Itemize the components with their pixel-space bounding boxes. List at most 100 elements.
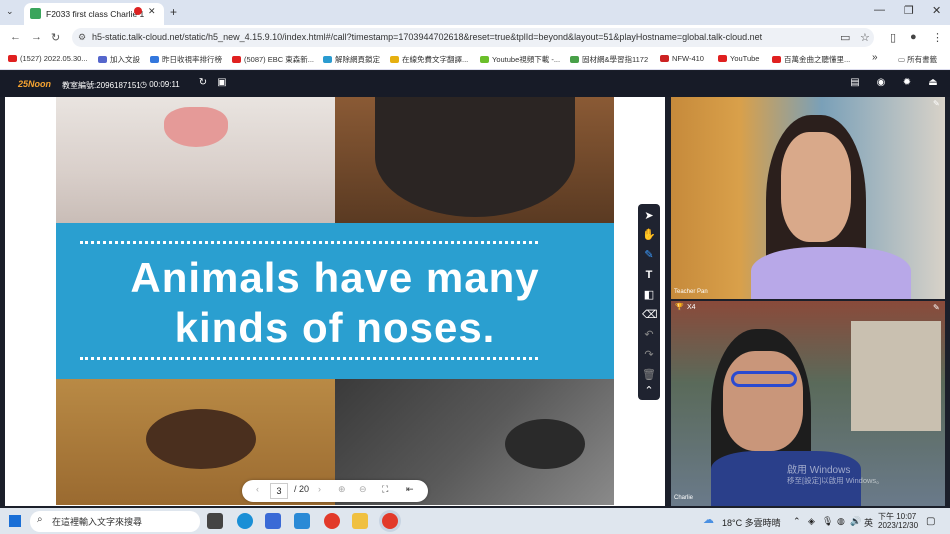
windows-start-icon[interactable]: [9, 515, 21, 527]
dotted-line-bottom: [80, 357, 538, 360]
zoom-in-icon[interactable]: ⊕: [338, 484, 346, 495]
more-bookmarks-icon[interactable]: »: [872, 52, 878, 63]
shape-tool-icon[interactable]: ◧: [642, 288, 656, 302]
close-window-button[interactable]: ✕: [932, 4, 941, 17]
bookmark-item[interactable]: 昨日收視率排行榜: [150, 54, 222, 65]
collapse-toolbar-icon[interactable]: ⌃: [642, 384, 656, 398]
windows-watermark-subtitle: 移至[設定]以啟用 Windows。: [787, 476, 884, 485]
url-input[interactable]: h5-static.talk-cloud.net/static/h5_new_4…: [72, 28, 874, 47]
reload-icon[interactable]: ↻: [51, 31, 60, 44]
youtube-icon: [772, 56, 781, 63]
new-tab-button[interactable]: +: [170, 5, 177, 19]
youtube-icon: [8, 55, 17, 62]
site-info-icon[interactable]: ⚙: [78, 32, 86, 43]
tapir-nose-shape: [505, 419, 585, 469]
settings-icon[interactable]: ✹: [900, 77, 914, 91]
volume-icon[interactable]: 🔊: [850, 516, 861, 527]
minimize-button[interactable]: —: [874, 4, 885, 16]
teacher-face-shape: [781, 132, 851, 242]
cat-nose-shape: [164, 107, 228, 147]
forward-icon[interactable]: →: [31, 31, 42, 43]
bookmark-item[interactable]: 解除網頁鎖定: [323, 54, 380, 65]
zoom-out-icon[interactable]: ⊖: [359, 484, 367, 495]
text-tool-icon[interactable]: T: [642, 268, 656, 282]
slide-headline-line1: Animals have many: [130, 254, 540, 301]
file-explorer-icon[interactable]: [352, 513, 368, 529]
chat-icon[interactable]: ◉: [874, 77, 888, 91]
clock-date[interactable]: 2023/12/30: [878, 521, 918, 530]
bookmark-icon: [98, 56, 107, 63]
notification-icon[interactable]: ▢: [926, 516, 935, 527]
task-view-icon[interactable]: [207, 513, 223, 529]
page-input[interactable]: 3: [270, 483, 288, 499]
chrome-active-icon[interactable]: [382, 513, 398, 529]
app-logo: 25Noon: [18, 79, 52, 89]
slide-headline-line2: kinds of noses.: [174, 304, 496, 351]
teacher-video[interactable]: ✎ Teacher Pan: [671, 97, 945, 299]
windows-watermark-title: 啟用 Windows: [787, 465, 851, 476]
bookmark-icon: [480, 56, 489, 63]
trash-icon[interactable]: 🗑: [642, 368, 656, 382]
hippo-nose-shape: [146, 409, 256, 469]
all-bookmarks-folder[interactable]: ▭ 所有書籤: [898, 54, 937, 65]
bookmark-item[interactable]: (5087) EBC 東森新...: [232, 54, 314, 65]
sidebar-icon[interactable]: ▯: [890, 31, 896, 44]
total-pages: / 20: [294, 484, 310, 494]
taskbar-search-input[interactable]: ⌕ 在這裡輸入文字來搜尋: [30, 511, 200, 532]
bookmark-icon: [150, 56, 159, 63]
bookmark-item[interactable]: 固材網&學習指1172: [570, 54, 648, 65]
fullscreen-icon[interactable]: ⛶: [382, 484, 388, 495]
hand-tool-icon[interactable]: ✋: [642, 228, 656, 242]
next-page-icon[interactable]: ›: [318, 484, 321, 494]
pen-tool-icon[interactable]: ✎: [642, 248, 656, 262]
undo-icon[interactable]: ↶: [642, 328, 656, 342]
bookmark-star-icon[interactable]: ☆: [860, 31, 870, 44]
menu-icon[interactable]: ⋮: [932, 31, 943, 44]
student-pen-icon[interactable]: ✎: [933, 303, 940, 312]
profile-icon[interactable]: ●: [910, 31, 917, 43]
maximize-button[interactable]: ❐: [904, 4, 914, 17]
bookmark-item[interactable]: 百萬金曲之聽懂里...: [772, 54, 850, 65]
url-text: h5-static.talk-cloud.net/static/h5_new_4…: [92, 32, 763, 42]
bookmark-item[interactable]: NFW-410: [660, 54, 704, 63]
edge-icon[interactable]: [237, 513, 253, 529]
prev-page-icon[interactable]: ‹: [256, 484, 259, 494]
slide-pager: ‹ 3 / 20 › ⊕ ⊖ ⛶ ⇤: [242, 480, 428, 502]
mic-icon[interactable]: 🎙: [822, 516, 833, 527]
bookmark-item[interactable]: 在線免費文字翻譯...: [390, 54, 468, 65]
chrome-icon[interactable]: [324, 513, 340, 529]
bookmark-item[interactable]: (1527) 2022.05.30...: [8, 54, 88, 63]
security-icon[interactable]: ◈: [808, 516, 815, 527]
student-reward-count: X4: [687, 304, 696, 311]
tab-close-icon[interactable]: ✕: [148, 6, 156, 17]
eraser-icon[interactable]: ⌫: [642, 308, 658, 322]
cast-icon[interactable]: ▭: [840, 31, 850, 44]
teacher-pen-icon[interactable]: ✎: [933, 99, 940, 108]
exit-icon[interactable]: ⏏: [926, 77, 940, 91]
weather-text[interactable]: 18°C 多雲時晴: [722, 516, 781, 529]
cat-nose-photo: [56, 97, 335, 223]
student-video[interactable]: 🏆 X4 ✎ Charlie 啟用 Windows 移至[設定]以啟用 Wind…: [671, 301, 945, 506]
redo-icon[interactable]: ↷: [642, 348, 656, 362]
select-cursor-icon[interactable]: ➤: [642, 209, 656, 223]
back-icon[interactable]: ←: [10, 31, 21, 43]
teacher-shirt-shape: [751, 247, 911, 299]
tray-overflow-icon[interactable]: ⌃: [793, 516, 801, 527]
clock-icon: ◷: [140, 80, 150, 89]
refresh-icon[interactable]: ↻: [196, 77, 210, 91]
ime-indicator[interactable]: 英: [864, 516, 873, 529]
recording-icon: [134, 7, 142, 15]
bookmark-item[interactable]: Youtube視頻下載 -...: [480, 54, 560, 65]
collapse-pager-icon[interactable]: ⇤: [406, 484, 414, 495]
toolbox-icon[interactable]: ▤: [848, 77, 862, 91]
tab-search-icon[interactable]: ⌄: [6, 6, 14, 17]
mail-icon[interactable]: [294, 513, 310, 529]
store-icon[interactable]: [265, 513, 281, 529]
browser-tab[interactable]: F2033 first class Charlie 1: [24, 3, 164, 25]
bookmark-item[interactable]: 加入文設: [98, 54, 140, 65]
student-label: Charlie: [674, 495, 694, 501]
network-icon[interactable]: ◍: [837, 516, 845, 527]
tab-title: F2033 first class Charlie 1: [46, 9, 145, 19]
bookmark-item[interactable]: YouTube: [718, 54, 759, 63]
camera-switch-icon[interactable]: ▣: [215, 77, 229, 91]
